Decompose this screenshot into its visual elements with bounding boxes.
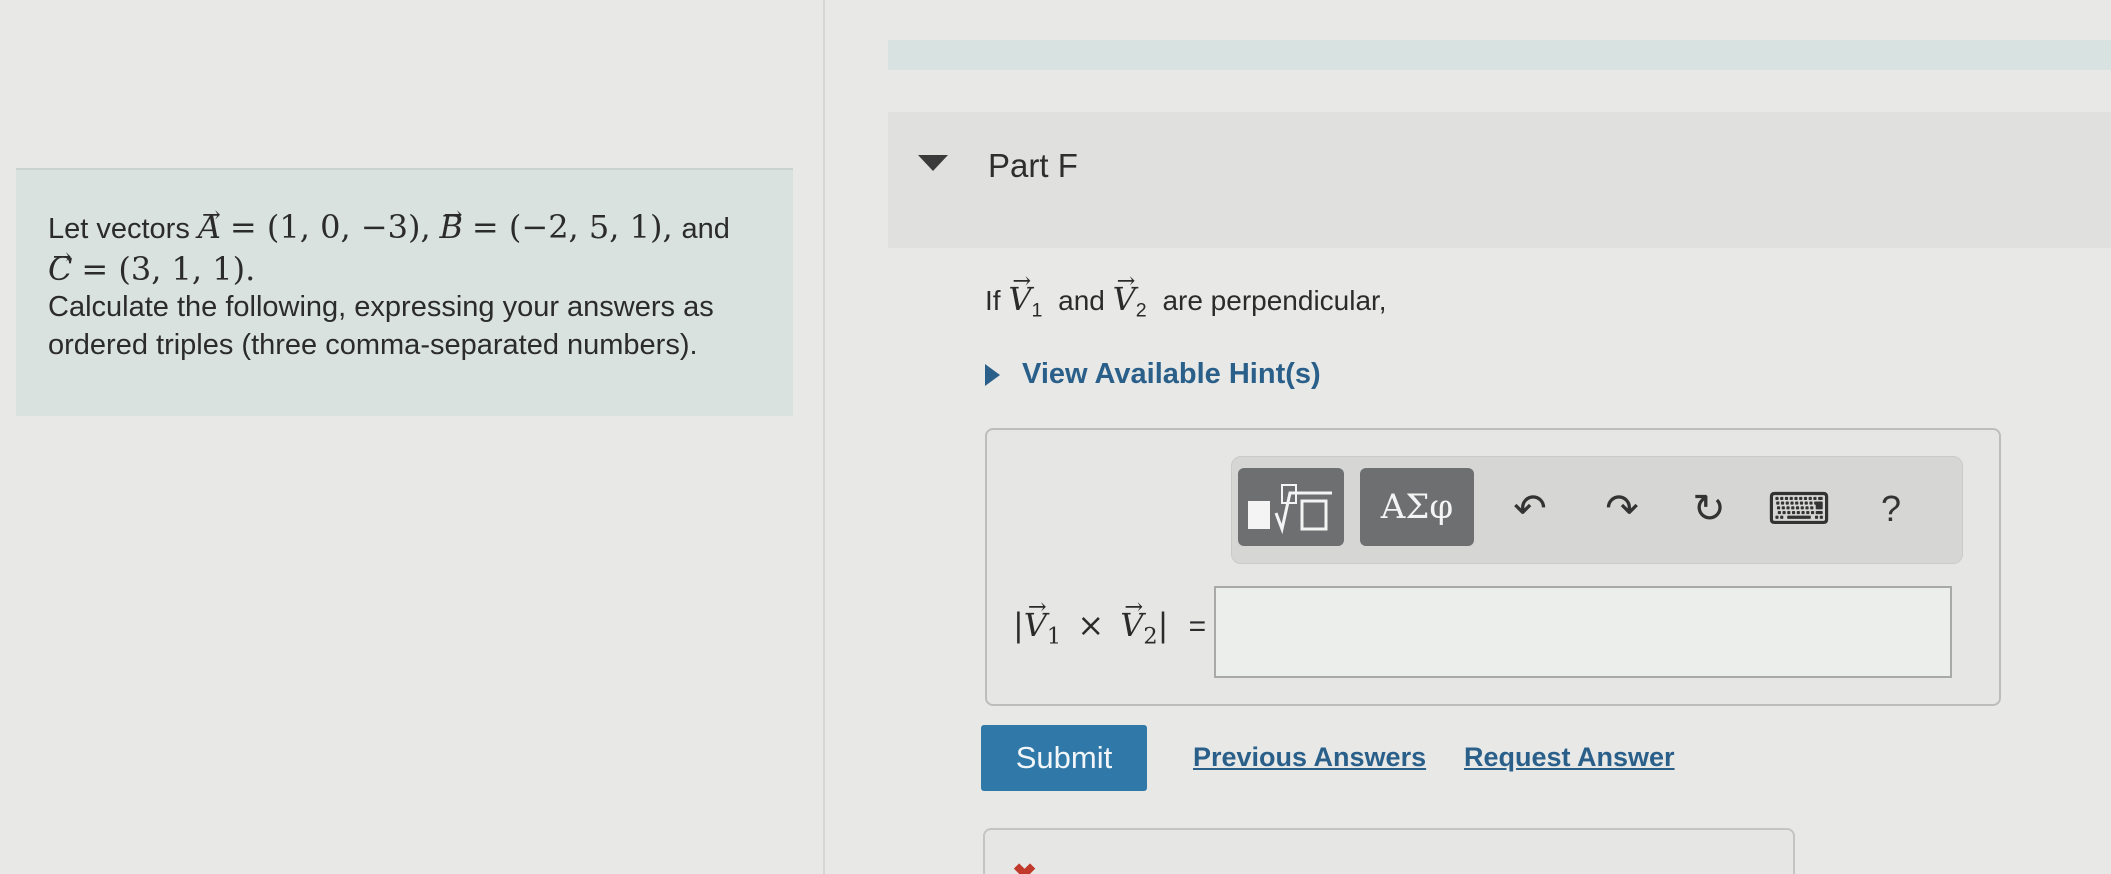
equals-sign: = <box>1188 610 1207 643</box>
v1-subscript: 1 <box>1031 299 1043 322</box>
undo-icon[interactable]: ↶ <box>1503 482 1557 536</box>
instruction-line-2: ordered triples (three comma-separated n… <box>48 329 698 361</box>
problem-and: and <box>681 213 730 245</box>
redo-icon[interactable]: ↷ <box>1595 482 1649 536</box>
reset-icon[interactable]: ↻ <box>1682 482 1736 536</box>
templates-icon <box>1248 484 1332 535</box>
answer-input[interactable] <box>1214 586 1952 678</box>
symbols-button[interactable]: ΑΣφ <box>1360 468 1474 546</box>
panel-divider <box>823 0 825 874</box>
incorrect-x-icon: ✖ <box>1012 858 1037 874</box>
top-banner <box>888 40 2111 70</box>
vector-b-symbol: B <box>440 208 464 246</box>
question-and: and <box>1058 285 1105 316</box>
collapse-triangle-icon[interactable] <box>918 155 948 171</box>
request-answer-link[interactable]: Request Answer <box>1464 742 1675 773</box>
equation-label: |V1 × V2| = <box>1013 606 1206 649</box>
v1-symbol: V <box>1008 280 1031 318</box>
templates-button[interactable] <box>1238 468 1344 546</box>
keyboard-icon[interactable]: ⌨ <box>1767 482 1831 536</box>
times-symbol: × <box>1077 606 1105 644</box>
vector-b-value: = (−2, 5, 1), <box>471 208 673 246</box>
question-if: If <box>985 285 1001 316</box>
eq-v1-symbol: V <box>1024 606 1047 644</box>
vector-a-value: = (1, 0, −3), <box>229 208 431 246</box>
problem-line-1: Let vectors A = (1, 0, −3), B = (−2, 5, … <box>48 208 763 248</box>
feedback-box <box>983 828 1795 874</box>
vector-c-symbol: C <box>48 250 72 288</box>
v2-symbol: V <box>1113 280 1136 318</box>
problem-line-2: C = (3, 1, 1). <box>48 250 763 288</box>
help-icon[interactable]: ? <box>1864 482 1918 536</box>
hints-label: View Available Hint(s) <box>1022 358 1321 390</box>
problem-statement: Let vectors A = (1, 0, −3), B = (−2, 5, … <box>16 168 793 416</box>
previous-answers-link[interactable]: Previous Answers <box>1193 742 1426 773</box>
vector-a-symbol: A <box>198 208 221 246</box>
part-title: Part F <box>988 147 1078 184</box>
vector-c-value: = (3, 1, 1). <box>81 250 256 288</box>
question-text: If V1 and V2 are perpendicular, <box>985 280 1387 323</box>
question-rest: are perpendicular, <box>1162 285 1387 316</box>
eq-v2-symbol: V <box>1120 606 1143 644</box>
submit-button[interactable]: Submit <box>981 725 1147 791</box>
v2-subscript: 2 <box>1135 299 1147 322</box>
view-hints-toggle[interactable]: View Available Hint(s) <box>985 358 1321 391</box>
instruction-line-1: Calculate the following, expressing your… <box>48 291 714 323</box>
expand-triangle-icon <box>985 363 1000 386</box>
